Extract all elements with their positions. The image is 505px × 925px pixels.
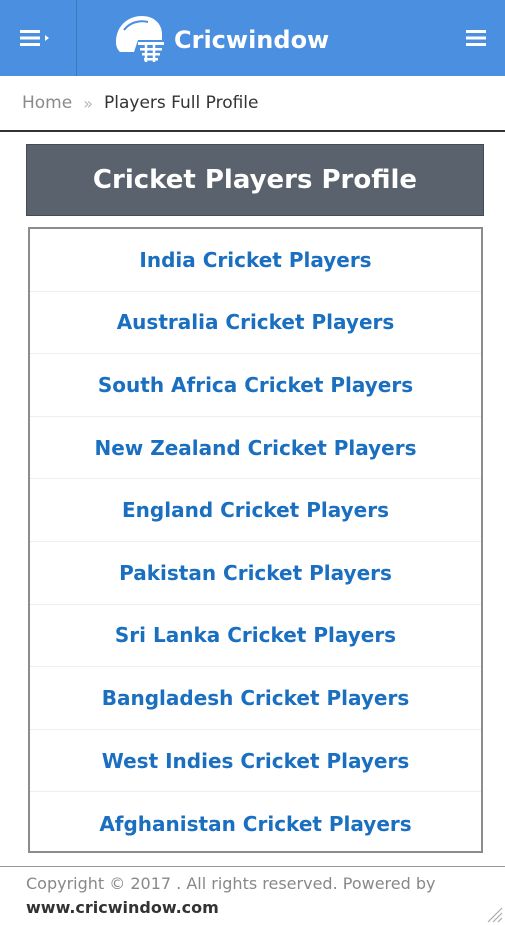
footer: Copyright © 2017 . All rights reserved. … — [0, 866, 505, 925]
breadcrumb: Home » Players Full Profile — [0, 76, 505, 132]
top-navbar: Cricwindow — [0, 0, 505, 76]
sri-lanka-players-link[interactable]: Sri Lanka Cricket Players — [30, 605, 481, 668]
site-link[interactable]: www.cricwindow.com — [26, 897, 505, 919]
hamburger-dropdown-icon — [20, 30, 49, 46]
hamburger-icon — [466, 30, 486, 46]
breadcrumb-separator: » — [83, 93, 93, 113]
brand-logo[interactable]: Cricwindow — [110, 12, 329, 68]
right-menu-button[interactable] — [465, 27, 487, 49]
breadcrumb-current: Players Full Profile — [104, 93, 259, 113]
brand-name: Cricwindow — [174, 26, 330, 54]
resize-grip-icon[interactable] — [485, 905, 503, 923]
australia-players-link[interactable]: Australia Cricket Players — [30, 292, 481, 355]
copyright-text: Copyright © 2017 . All rights reserved. … — [26, 874, 436, 893]
breadcrumb-home-link[interactable]: Home — [22, 93, 72, 113]
players-link-list: India Cricket Players Australia Cricket … — [28, 227, 483, 853]
pakistan-players-link[interactable]: Pakistan Cricket Players — [30, 542, 481, 605]
cricket-helmet-icon — [116, 16, 164, 62]
new-zealand-players-link[interactable]: New Zealand Cricket Players — [30, 417, 481, 480]
india-players-link[interactable]: India Cricket Players — [30, 229, 481, 292]
left-menu-button[interactable] — [0, 0, 77, 76]
page-title: Cricket Players Profile — [26, 144, 484, 216]
south-africa-players-link[interactable]: South Africa Cricket Players — [30, 354, 481, 417]
england-players-link[interactable]: England Cricket Players — [30, 479, 481, 542]
bangladesh-players-link[interactable]: Bangladesh Cricket Players — [30, 667, 481, 730]
afghanistan-players-link[interactable]: Afghanistan Cricket Players — [30, 792, 481, 855]
west-indies-players-link[interactable]: West Indies Cricket Players — [30, 730, 481, 793]
